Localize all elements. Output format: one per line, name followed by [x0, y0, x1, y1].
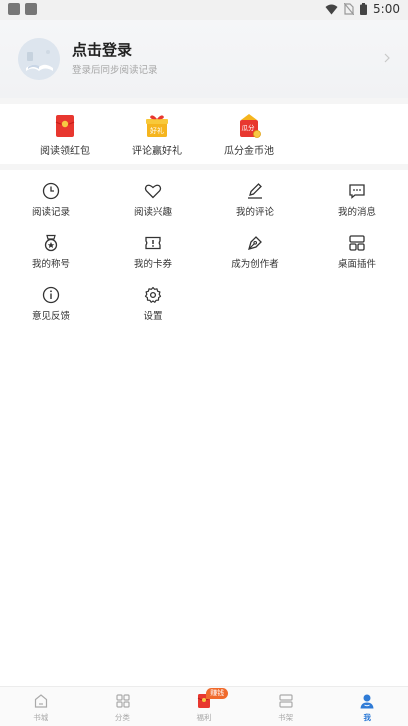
menu-reading-history[interactable]: 阅读记录: [0, 170, 102, 222]
chevron-right-icon[interactable]: [384, 53, 390, 63]
clock-icon: [42, 182, 60, 200]
message-icon: [349, 184, 365, 199]
person-icon: [360, 694, 374, 709]
widget-icon: [349, 235, 365, 251]
notification-icon: [25, 3, 37, 15]
menu-label: 阅读记录: [31, 207, 70, 218]
tab-welfare[interactable]: 赚钱 福利: [163, 687, 245, 726]
tab-bookstore[interactable]: 书城: [0, 687, 82, 726]
tab-label: 书架: [278, 713, 294, 722]
menu-label: 桌面插件: [337, 259, 376, 270]
gift-icon: 好礼: [146, 115, 168, 137]
tab-category[interactable]: 分类: [82, 687, 164, 726]
tab-me[interactable]: 我: [326, 687, 408, 726]
profile-header[interactable]: 点击登录 登录后同步阅读记录: [0, 20, 408, 98]
feature-label: 阅读领红包: [40, 146, 90, 157]
red-envelope-icon: [55, 115, 75, 137]
feature-label: 评论赢好礼: [132, 146, 182, 157]
menu-label: 设置: [143, 311, 163, 322]
menu-my-comments[interactable]: 我的评论: [204, 170, 306, 222]
welfare-badge: 赚钱: [206, 688, 229, 699]
coin-pool-icon: 瓜分: [240, 114, 261, 138]
battery-icon: [360, 3, 368, 15]
menu-feedback[interactable]: 意见反馈: [0, 274, 102, 326]
tab-label: 书城: [33, 713, 49, 722]
clock-time: 5:00: [373, 2, 400, 16]
svg-text:瓜分: 瓜分: [242, 123, 256, 132]
menu-settings[interactable]: 设置: [102, 274, 204, 326]
no-sim-icon: [344, 3, 355, 15]
menu-label: 我的称号: [31, 259, 70, 270]
login-subtitle: 登录后同步阅读记录: [72, 65, 158, 76]
grid-icon: [115, 694, 130, 708]
bookshelf-icon: [279, 694, 293, 708]
coupon-icon: [145, 236, 161, 250]
feature-coin-pool[interactable]: 瓜分 瓜分金币池: [198, 104, 300, 164]
menu-label: 成为创作者: [231, 259, 279, 270]
home-icon: [34, 694, 48, 708]
medal-icon: [44, 234, 58, 252]
bottom-tab-bar: 书城 分类 赚钱 福利 书架 我: [0, 686, 408, 726]
info-icon: [42, 286, 60, 304]
menu-my-coupons[interactable]: 我的卡券: [102, 222, 204, 274]
feature-comment-gift[interactable]: 好礼 评论赢好礼: [106, 104, 208, 164]
heart-icon: [144, 184, 162, 199]
menu-desktop-widget[interactable]: 桌面插件: [306, 222, 408, 274]
menu-become-creator[interactable]: 成为创作者: [204, 222, 306, 274]
notification-icon: [8, 3, 20, 15]
menu-my-title[interactable]: 我的称号: [0, 222, 102, 274]
svg-text:好礼: 好礼: [150, 126, 164, 135]
menu-label: 意见反馈: [31, 311, 70, 322]
status-bar: 5:00: [0, 0, 408, 20]
menu-label: 我的消息: [337, 207, 376, 218]
menu-my-messages[interactable]: 我的消息: [306, 170, 408, 222]
gear-icon: [144, 286, 162, 303]
tab-label: 福利: [196, 713, 212, 722]
feature-label: 瓜分金币池: [224, 146, 274, 157]
wifi-icon: [325, 4, 338, 14]
pen-nib-icon: [248, 236, 262, 250]
avatar[interactable]: [18, 38, 60, 80]
pencil-icon: [248, 183, 262, 199]
menu-label: 阅读兴趣: [133, 207, 172, 218]
menu-label: 我的卡券: [133, 259, 172, 270]
tab-label: 我: [363, 713, 371, 722]
tab-bookshelf[interactable]: 书架: [245, 687, 327, 726]
tab-label: 分类: [114, 713, 130, 722]
menu-label: 我的评论: [235, 207, 274, 218]
login-title[interactable]: 点击登录: [72, 39, 132, 60]
feature-read-red-envelope[interactable]: 阅读领红包: [14, 104, 116, 164]
feature-row: 阅读领红包 好礼 评论赢好礼 瓜分 瓜分金币池: [0, 104, 408, 164]
menu-reading-interest[interactable]: 阅读兴趣: [102, 170, 204, 222]
